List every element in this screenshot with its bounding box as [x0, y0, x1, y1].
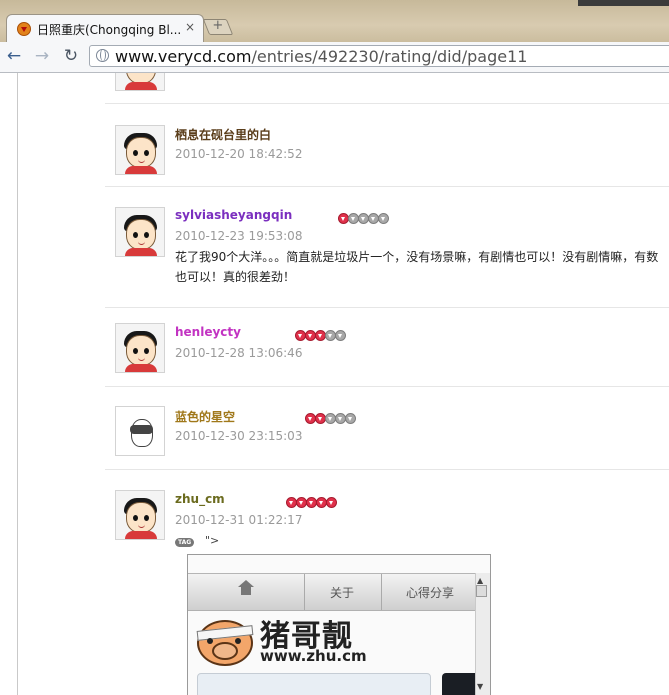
rating-date: 2010-12-30 23:15:03 — [175, 429, 303, 443]
embed-nav-share[interactable]: 心得分享 — [406, 584, 454, 601]
rating-entry: 蓝色的星空 2010-12-30 23:15:03 — [105, 387, 669, 470]
embed-navbar: 关于 心得分享 — [188, 573, 475, 611]
rating-entry: 栖息在砚台里的白 2010-12-20 18:42:52 — [105, 104, 669, 187]
scroll-thumb[interactable] — [476, 585, 487, 597]
globe-icon — [96, 49, 109, 62]
page-content: 栖息在砚台里的白 2010-12-20 18:42:52 sylviasheya… — [0, 73, 669, 695]
window-controls — [578, 0, 669, 6]
browser-toolbar: ← → ↻ www.verycd.com/entries/492230/rati… — [0, 42, 669, 73]
star-rating — [295, 330, 346, 342]
tab-close-icon[interactable]: × — [185, 20, 195, 34]
star-rating — [305, 413, 356, 425]
star-rating — [338, 213, 389, 225]
username-link[interactable]: 蓝色的星空 — [175, 408, 235, 425]
star-rating — [286, 497, 337, 509]
avatar[interactable] — [115, 207, 165, 257]
tab-title: 日照重庆(Chongqing Bl... — [37, 23, 182, 37]
scroll-up-arrow-icon[interactable]: ▲ — [477, 576, 483, 585]
rating-date: 2010-12-28 13:06:46 — [175, 346, 303, 360]
pig-logo-icon — [195, 616, 254, 666]
star-filled-icon — [326, 497, 337, 508]
embed-dark-panel — [442, 673, 475, 695]
username-link[interactable]: 栖息在砚台里的白 — [175, 126, 271, 143]
tag-badge: TAG — [175, 538, 195, 547]
avatar[interactable] — [115, 323, 165, 373]
scroll-down-arrow-icon[interactable]: ▼ — [477, 682, 483, 691]
url-domain: www.verycd.com — [115, 47, 252, 66]
home-icon[interactable] — [238, 580, 254, 598]
address-bar[interactable]: www.verycd.com/entries/492230/rating/did… — [89, 45, 669, 67]
rating-date: 2010-12-31 01:22:17 — [175, 513, 303, 527]
rating-date: 2010-12-20 18:42:52 — [175, 147, 303, 161]
reload-button[interactable]: ↻ — [61, 46, 81, 66]
verycd-favicon-icon — [17, 22, 31, 36]
logo-url: www.zhu.cm — [260, 647, 367, 665]
browser-tab[interactable]: 日照重庆(Chongqing Bl... × — [6, 14, 204, 43]
username-link[interactable]: henleycty — [175, 325, 241, 339]
avatar[interactable] — [115, 406, 165, 456]
rating-entry-partial — [105, 73, 669, 104]
avatar[interactable] — [115, 490, 165, 540]
username-link[interactable]: sylviasheyangqin — [175, 208, 292, 222]
embed-content-panel — [197, 673, 431, 695]
star-empty-icon — [335, 330, 346, 341]
star-empty-icon — [345, 413, 356, 424]
url-text: www.verycd.com/entries/492230/rating/did… — [115, 47, 527, 66]
embed-nav-about[interactable]: 关于 — [330, 584, 354, 601]
forward-button[interactable]: → — [32, 46, 52, 66]
rating-date: 2010-12-23 19:53:08 — [175, 229, 303, 243]
embedded-site-image: 关于 心得分享 ▲ ▼ 猪哥靓 www.zhu.cm — [187, 554, 491, 695]
rating-entry: sylviasheyangqin 2010-12-23 19:53:08 花了我… — [105, 187, 669, 308]
username-link[interactable]: zhu_cm — [175, 492, 225, 506]
tag-text: "> — [205, 534, 220, 547]
browser-tabstrip: 日照重庆(Chongqing Bl... × + — [0, 0, 669, 43]
left-border-line — [17, 73, 18, 695]
avatar[interactable] — [115, 125, 165, 175]
avatar[interactable] — [115, 73, 165, 91]
comment-line: 花了我90个大洋。。。简直就是垃圾片一个，没有场景嘛，有剧情也可以！没有剧情嘛，… — [175, 250, 659, 264]
comment-text: 花了我90个大洋。。。简直就是垃圾片一个，没有场景嘛，有剧情也可以！没有剧情嘛，… — [175, 247, 669, 287]
plus-icon: + — [212, 18, 224, 33]
star-empty-icon — [378, 213, 389, 224]
back-button[interactable]: ← — [4, 46, 24, 66]
new-tab-button[interactable]: + — [202, 18, 234, 35]
rating-entry: henleycty 2010-12-28 13:06:46 — [105, 308, 669, 387]
url-path: /entries/492230/rating/did/page11 — [251, 47, 528, 66]
comment-line: 也可以！真的很差劲！ — [175, 270, 296, 284]
